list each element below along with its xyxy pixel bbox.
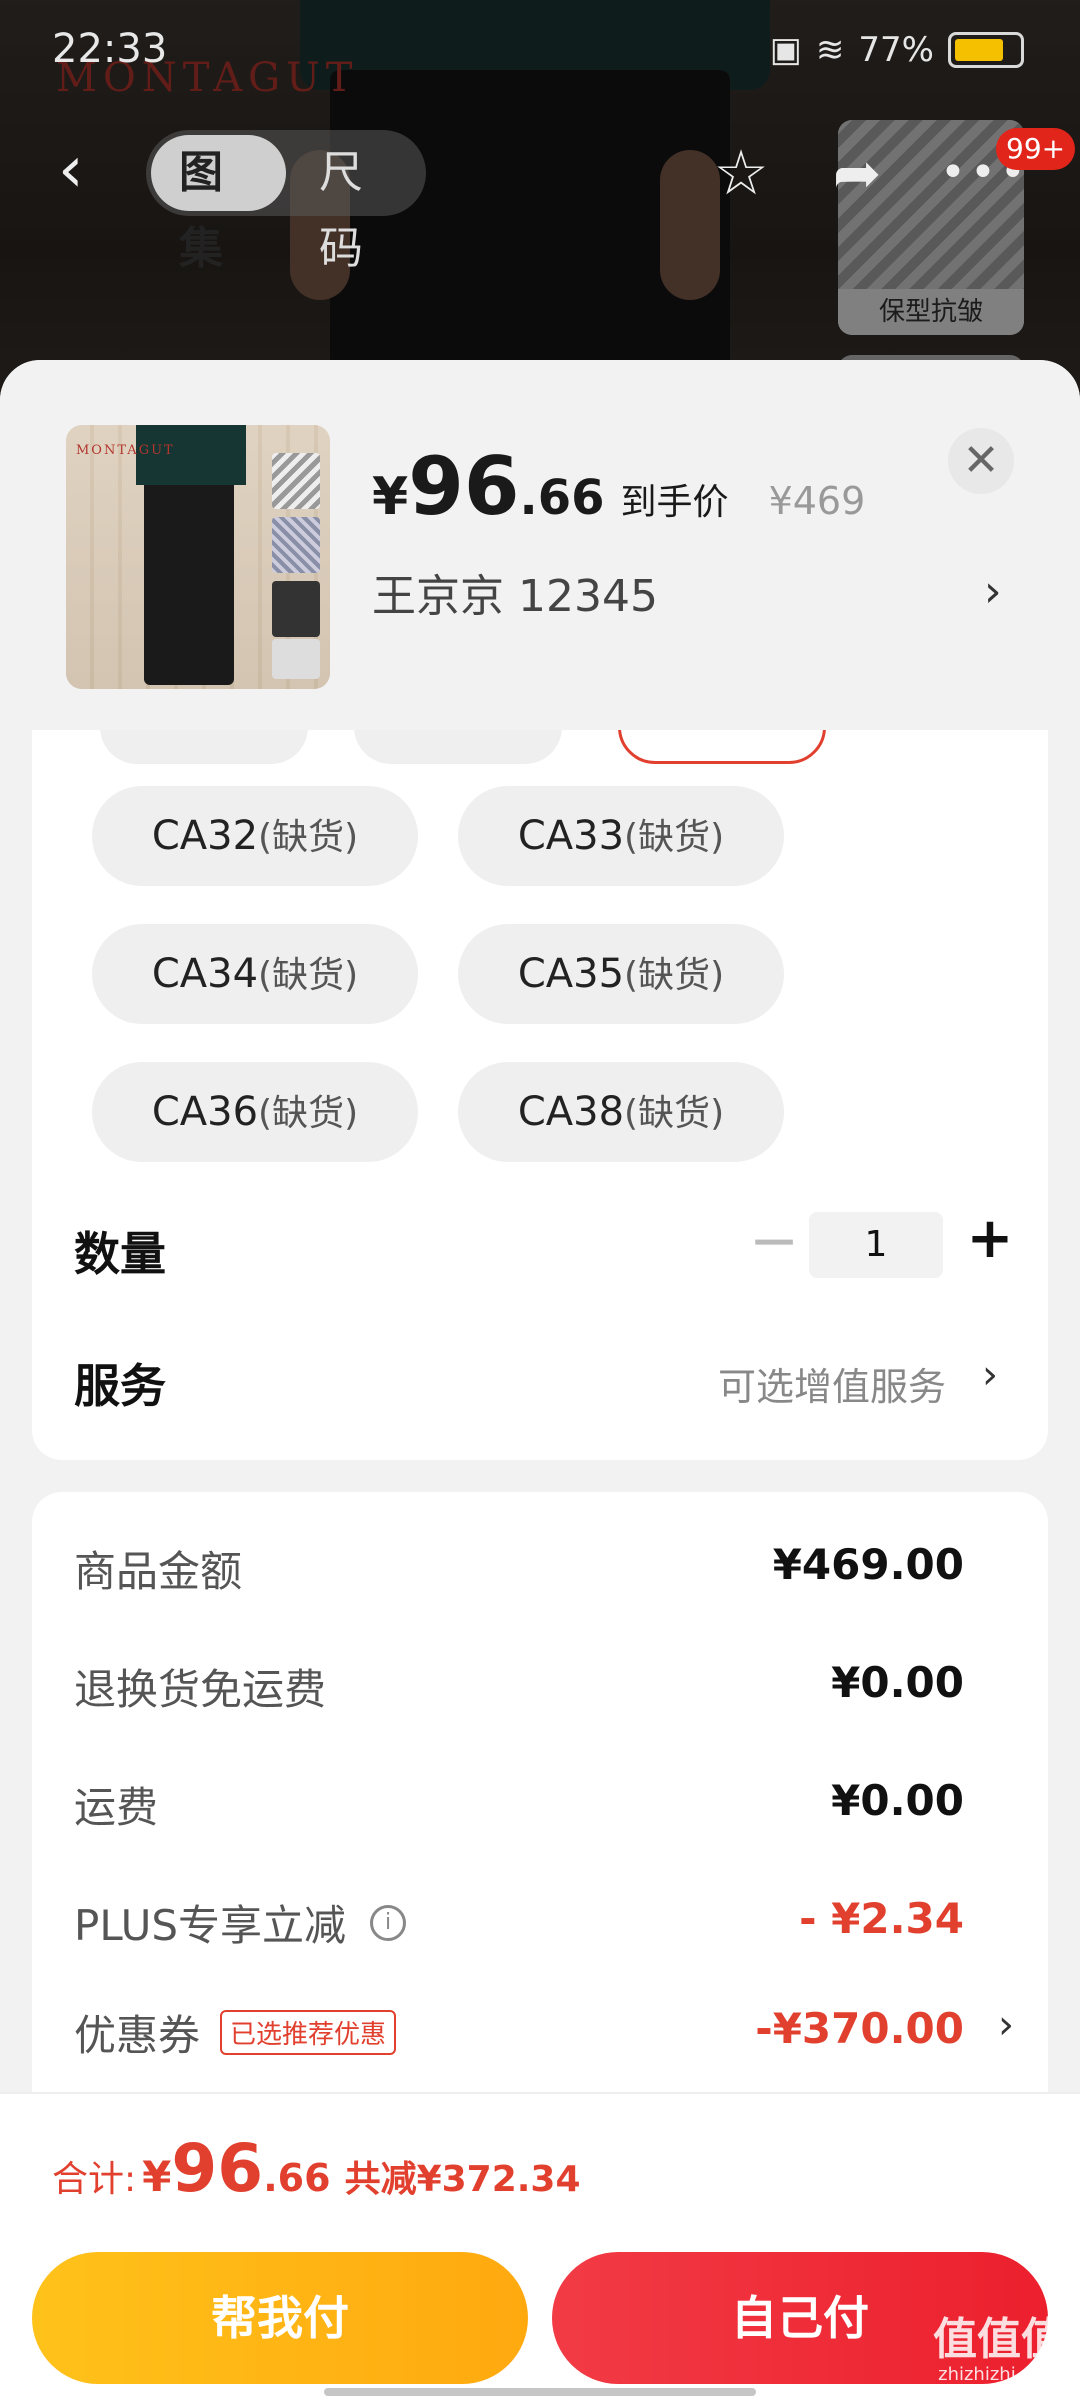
watermark: 值值值 zhizhizhi.com (933, 2314, 1065, 2386)
total-saving: 共减¥372.34 (344, 2159, 581, 2200)
original-price: ¥469 (768, 479, 866, 523)
price-tag-label: 到手价 (620, 482, 729, 523)
tab-size[interactable]: 尺码 (291, 135, 426, 274)
message-badge: 99+ (996, 128, 1076, 170)
status-icons: ▣ ≋ 77% (770, 30, 1024, 70)
price-decimal: .66 (519, 470, 605, 526)
size-chip-ca36[interactable]: CA36(缺货) (92, 1062, 418, 1162)
help-pay-button[interactable]: 帮我付 (32, 2252, 528, 2384)
close-icon[interactable]: ✕ (948, 428, 1014, 494)
size-chip-partial[interactable] (100, 730, 308, 764)
thumbnail-swatch (272, 581, 320, 637)
summary-row-coupon[interactable]: 优惠券 已选推荐优惠 -¥370.00 › (74, 2002, 1014, 2062)
service-label: 服务 (74, 1359, 166, 1413)
home-indicator[interactable] (324, 2388, 756, 2396)
size-chip-ca34[interactable]: CA34(缺货) (92, 924, 418, 1024)
coupon-tag: 已选推荐优惠 (220, 2010, 397, 2055)
price-currency: ¥ (372, 467, 409, 527)
back-icon[interactable]: ‹ (58, 138, 108, 202)
gallery-tabs: 图集 尺码 (146, 130, 426, 274)
thumbnail-swatch (272, 517, 320, 573)
summary-row-shipping: 运费 ¥0.00 (74, 1776, 964, 1832)
summary-row-goods: 商品金额 ¥469.00 (74, 1540, 964, 1596)
wifi-icon: ≋ (815, 30, 845, 70)
service-value[interactable]: 可选增值服务 (718, 1356, 946, 1411)
quantity-plus-button[interactable]: + (960, 1206, 1020, 1272)
size-chip-ca33[interactable]: CA33(缺货) (458, 786, 784, 886)
thumbnail-swatch (272, 639, 320, 679)
quantity-minus-button[interactable]: − (744, 1208, 804, 1274)
favorite-star-icon[interactable]: ☆ (706, 138, 776, 208)
quantity-input[interactable]: 1 (809, 1212, 943, 1278)
info-icon[interactable]: i (370, 1904, 407, 1941)
battery-icon (948, 32, 1024, 68)
chevron-right-icon[interactable]: › (982, 1352, 998, 1398)
thumbnail-swatch (272, 453, 320, 509)
size-chip-ca38[interactable]: CA38(缺货) (458, 1062, 784, 1162)
chevron-right-icon[interactable]: › (998, 2002, 1014, 2048)
tab-gallery[interactable]: 图集 (151, 135, 286, 274)
quantity-label: 数量 (74, 1227, 166, 1281)
options-card: CA32(缺货) CA33(缺货) CA34(缺货) CA35(缺货) CA36… (32, 730, 1048, 1460)
summary-row-plus-discount: PLUS专享立减 i - ¥2.34 (74, 1894, 964, 1950)
size-chip-ca32[interactable]: CA32(缺货) (92, 786, 418, 886)
share-icon[interactable]: ➦ (822, 138, 892, 208)
size-chip-ca35[interactable]: CA35(缺货) (458, 924, 784, 1024)
sim-icon: ▣ (769, 30, 802, 70)
battery-percent: 77% (858, 30, 934, 70)
selected-spec[interactable]: 王京京 12345 (372, 560, 658, 624)
total-amount: 合计: ¥ 96 .66 共减¥372.34 (52, 2130, 581, 2207)
size-chip-selected-partial[interactable] (618, 730, 826, 764)
product-thumbnail[interactable]: MONTAGUT (66, 425, 330, 689)
price-integer: 96 (408, 440, 520, 533)
price-breakdown-card: 商品金额 ¥469.00 退换货免运费 ¥0.00 运费 ¥0.00 PLUS专… (32, 1492, 1048, 2092)
status-time: 22:33 (52, 26, 168, 72)
thumbnail-logo: MONTAGUT (76, 443, 175, 458)
size-chip-partial[interactable] (354, 730, 562, 764)
final-price: ¥ 96 .66 到手价 ¥469 (372, 440, 866, 533)
chevron-right-icon[interactable]: › (984, 566, 1002, 617)
status-bar: 22:33 ▣ ≋ 77% (0, 0, 1080, 100)
summary-row-return-shipping: 退换货免运费 ¥0.00 (74, 1658, 964, 1714)
